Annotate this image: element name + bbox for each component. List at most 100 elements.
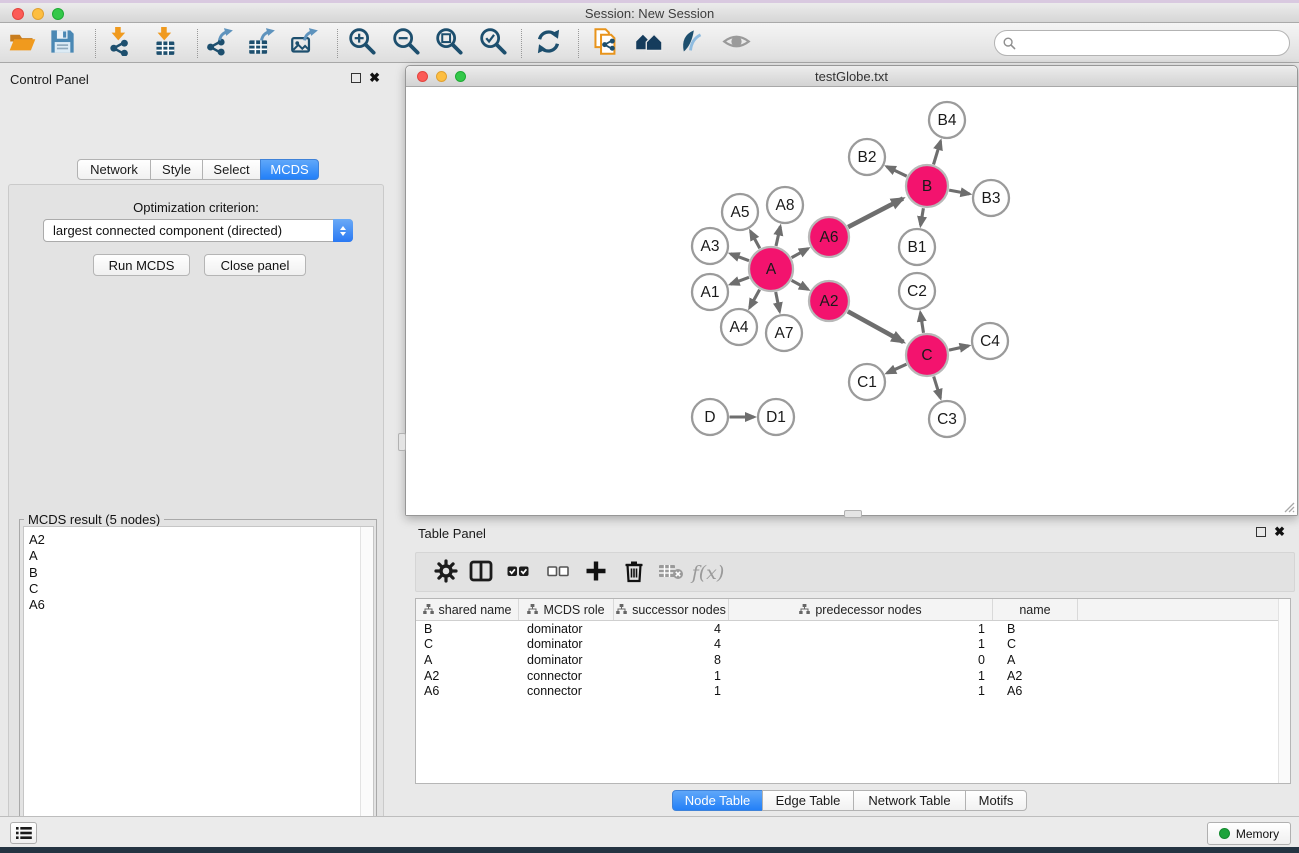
graph-node-A3[interactable]: A3 — [692, 228, 728, 264]
graph-edge-B-B1[interactable] — [921, 208, 924, 225]
graph-node-C2[interactable]: C2 — [899, 273, 935, 309]
table-row[interactable]: Bdominator41B — [416, 621, 1290, 637]
graph-node-A5[interactable]: A5 — [722, 194, 758, 230]
resize-grip-icon[interactable] — [1281, 499, 1295, 513]
close-panel-button[interactable]: Close panel — [204, 254, 306, 276]
graph-node-B1[interactable]: B1 — [899, 229, 935, 265]
close-panel-icon[interactable]: ✖ — [369, 73, 380, 83]
import-network-button[interactable] — [103, 27, 137, 61]
tab-mcds[interactable]: MCDS — [260, 159, 319, 180]
table-row[interactable]: Cdominator41C — [416, 637, 1290, 653]
run-mcds-button[interactable]: Run MCDS — [93, 254, 190, 276]
mcds-list-scrollbar[interactable] — [360, 527, 373, 853]
column-header-name[interactable]: name — [993, 599, 1078, 620]
import-table-button[interactable] — [149, 27, 183, 61]
table-row[interactable]: A6connector11A6 — [416, 683, 1290, 699]
select-all-rows-button[interactable] — [501, 556, 535, 590]
mcds-result-item[interactable]: A2 — [29, 532, 373, 548]
criterion-dropdown[interactable]: largest connected component (directed) — [43, 219, 353, 242]
tab-style[interactable]: Style — [150, 159, 203, 180]
graph-edge-A-A3[interactable] — [731, 254, 749, 261]
tab-node-table[interactable]: Node Table — [672, 790, 763, 811]
mcds-result-list[interactable]: A2ABCA6 — [23, 526, 374, 853]
graph-edge-A6-B[interactable] — [848, 199, 903, 228]
tab-network[interactable]: Network — [77, 159, 151, 180]
graph-node-A[interactable]: A — [749, 247, 793, 291]
graph-node-A8[interactable]: A8 — [767, 187, 803, 223]
table-row[interactable]: A2connector11A2 — [416, 668, 1290, 684]
graph-edge-C-C2[interactable] — [920, 313, 923, 333]
graph-node-D1[interactable]: D1 — [758, 399, 794, 435]
column-header-successor-nodes[interactable]: successor nodes — [614, 599, 729, 620]
graph-node-B[interactable]: B — [906, 165, 948, 207]
graph-node-A7[interactable]: A7 — [766, 315, 802, 351]
column-header-predecessor-nodes[interactable]: predecessor nodes — [729, 599, 993, 620]
float-table-panel-icon[interactable] — [1256, 527, 1266, 537]
graph-node-C3[interactable]: C3 — [929, 401, 965, 437]
network-canvas[interactable]: B4 B2 B B3 A5 A8 A6 B1 A3 A C2 A1 A2 A4 … — [406, 87, 1297, 515]
graph-node-C4[interactable]: C4 — [972, 323, 1008, 359]
search-input[interactable] — [1016, 32, 1289, 54]
graph-edge-C-C1[interactable] — [887, 364, 906, 373]
mcds-result-item[interactable]: A6 — [29, 597, 373, 613]
zoom-fit-button[interactable] — [432, 27, 466, 61]
delete-column-button[interactable] — [617, 556, 651, 590]
graph-edge-A2-C[interactable] — [848, 311, 904, 342]
tab-edge-table[interactable]: Edge Table — [762, 790, 854, 811]
export-table-button[interactable] — [244, 27, 278, 61]
graph-edge-A-A6[interactable] — [792, 249, 808, 258]
graph-node-D[interactable]: D — [692, 399, 728, 435]
zoom-in-button[interactable] — [345, 27, 379, 61]
export-network-button[interactable] — [202, 27, 236, 61]
graph-node-B4[interactable]: B4 — [929, 102, 965, 138]
graph-edge-A-A5[interactable] — [751, 231, 760, 248]
graph-node-A2[interactable]: A2 — [809, 281, 849, 321]
graph-edge-A-A8[interactable] — [776, 227, 780, 247]
graph-node-A1[interactable]: A1 — [692, 274, 728, 310]
graph-node-A6[interactable]: A6 — [809, 217, 849, 257]
horizontal-splitter-handle[interactable] — [398, 433, 406, 451]
close-table-panel-icon[interactable]: ✖ — [1274, 527, 1285, 537]
column-header-shared-name[interactable]: shared name — [416, 599, 519, 620]
task-history-button[interactable] — [10, 822, 37, 844]
graph-edge-C-C4[interactable] — [949, 346, 969, 350]
mcds-result-item[interactable]: B — [29, 565, 373, 581]
mcds-result-item[interactable]: A — [29, 548, 373, 564]
graph-node-A4[interactable]: A4 — [721, 309, 757, 345]
graph-node-B3[interactable]: B3 — [973, 180, 1009, 216]
tab-select[interactable]: Select — [202, 159, 261, 180]
tab-motifs[interactable]: Motifs — [965, 790, 1027, 811]
graph-edge-A-A7[interactable] — [776, 292, 780, 311]
graph-edge-B-B3[interactable] — [949, 190, 969, 194]
graph-edge-A-A2[interactable] — [792, 280, 808, 289]
zoom-selected-button[interactable] — [476, 27, 510, 61]
visual-toggle-button[interactable] — [673, 27, 707, 61]
column-header-MCDS-role[interactable]: MCDS role — [519, 599, 614, 620]
graph-edge-C-C3[interactable] — [934, 377, 941, 399]
deselect-all-rows-button[interactable] — [541, 556, 575, 590]
graph-node-C1[interactable]: C1 — [849, 364, 885, 400]
add-column-button[interactable] — [579, 556, 613, 590]
mcds-result-item[interactable]: C — [29, 581, 373, 597]
clone-network-button[interactable] — [588, 27, 622, 61]
export-image-button[interactable] — [287, 27, 321, 61]
vertical-splitter-handle[interactable] — [844, 510, 862, 518]
graph-node-B2[interactable]: B2 — [849, 139, 885, 175]
memory-status-button[interactable]: Memory — [1207, 822, 1291, 845]
table-scrollbar[interactable] — [1278, 599, 1290, 783]
search-box[interactable] — [994, 30, 1290, 56]
graphics-details-button[interactable] — [719, 27, 753, 61]
graph-edge-B-B2[interactable] — [887, 167, 907, 177]
graph-node-C[interactable]: C — [906, 334, 948, 376]
table-row[interactable]: Adominator80A — [416, 652, 1290, 668]
graph-edge-A-A1[interactable] — [731, 277, 749, 284]
toggle-column-panel-button[interactable] — [464, 556, 498, 590]
tab-network-table[interactable]: Network Table — [853, 790, 966, 811]
network-window-titlebar[interactable]: testGlobe.txt — [406, 66, 1297, 87]
table-options-button[interactable] — [429, 556, 463, 590]
zoom-out-button[interactable] — [389, 27, 423, 61]
home-button[interactable] — [631, 27, 665, 61]
graph-edge-A-A4[interactable] — [750, 290, 760, 308]
graph-edge-B-B4[interactable] — [934, 141, 941, 164]
refresh-button[interactable] — [531, 27, 565, 61]
